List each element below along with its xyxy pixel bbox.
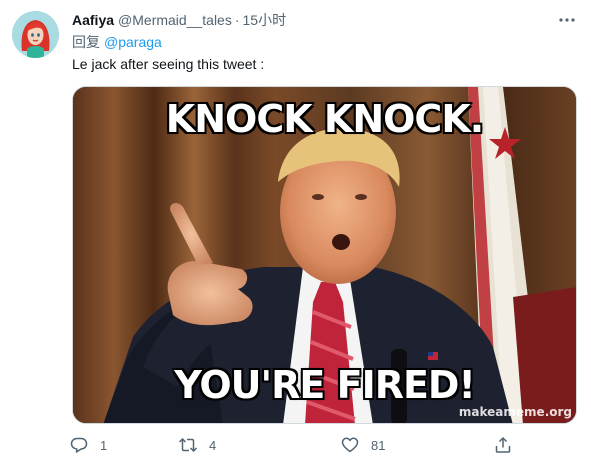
retweet-count: 4 xyxy=(209,437,217,453)
reply-prefix: 回复 xyxy=(72,34,100,50)
avatar[interactable] xyxy=(12,11,59,58)
share-button[interactable] xyxy=(490,432,516,458)
avatar-image xyxy=(12,11,59,58)
reply-icon xyxy=(66,432,92,458)
replying-to: 回复 @paraga xyxy=(72,32,162,52)
user-handle[interactable]: @Mermaid__tales xyxy=(118,10,232,30)
tweet-header: Aafiya @Mermaid__tales · 15小时 xyxy=(72,10,286,30)
heart-icon xyxy=(337,432,363,458)
tweet-action-bar: 1 4 81 xyxy=(66,432,536,458)
retweet-icon xyxy=(175,432,201,458)
tweet-card[interactable]: Aafiya @Mermaid__tales · 15小时 回复 @paraga … xyxy=(0,0,591,466)
watermark-text: makeameme.org xyxy=(458,405,572,419)
reply-count: 1 xyxy=(100,437,108,453)
meme-bottom-caption: YOU'RE FIRED! xyxy=(173,362,477,408)
tweet-text: Le jack after seeing this tweet : xyxy=(72,56,265,72)
retweet-button[interactable]: 4 xyxy=(175,432,216,458)
like-count: 81 xyxy=(371,437,386,453)
share-icon xyxy=(490,432,516,458)
more-icon xyxy=(559,18,575,22)
display-name[interactable]: Aafiya xyxy=(72,10,114,30)
like-button[interactable]: 81 xyxy=(337,432,385,458)
meme-top-caption: KNOCK KNOCK. xyxy=(165,96,485,142)
reply-mention-link[interactable]: @paraga xyxy=(104,34,162,50)
reply-button[interactable]: 1 xyxy=(66,432,107,458)
timestamp[interactable]: 15小时 xyxy=(243,10,287,30)
more-options-button[interactable] xyxy=(557,10,577,30)
tweet-media-image[interactable]: KNOCK KNOCK. YOU'RE FIRED! makeameme.org xyxy=(72,86,577,424)
separator-dot: · xyxy=(234,12,240,28)
